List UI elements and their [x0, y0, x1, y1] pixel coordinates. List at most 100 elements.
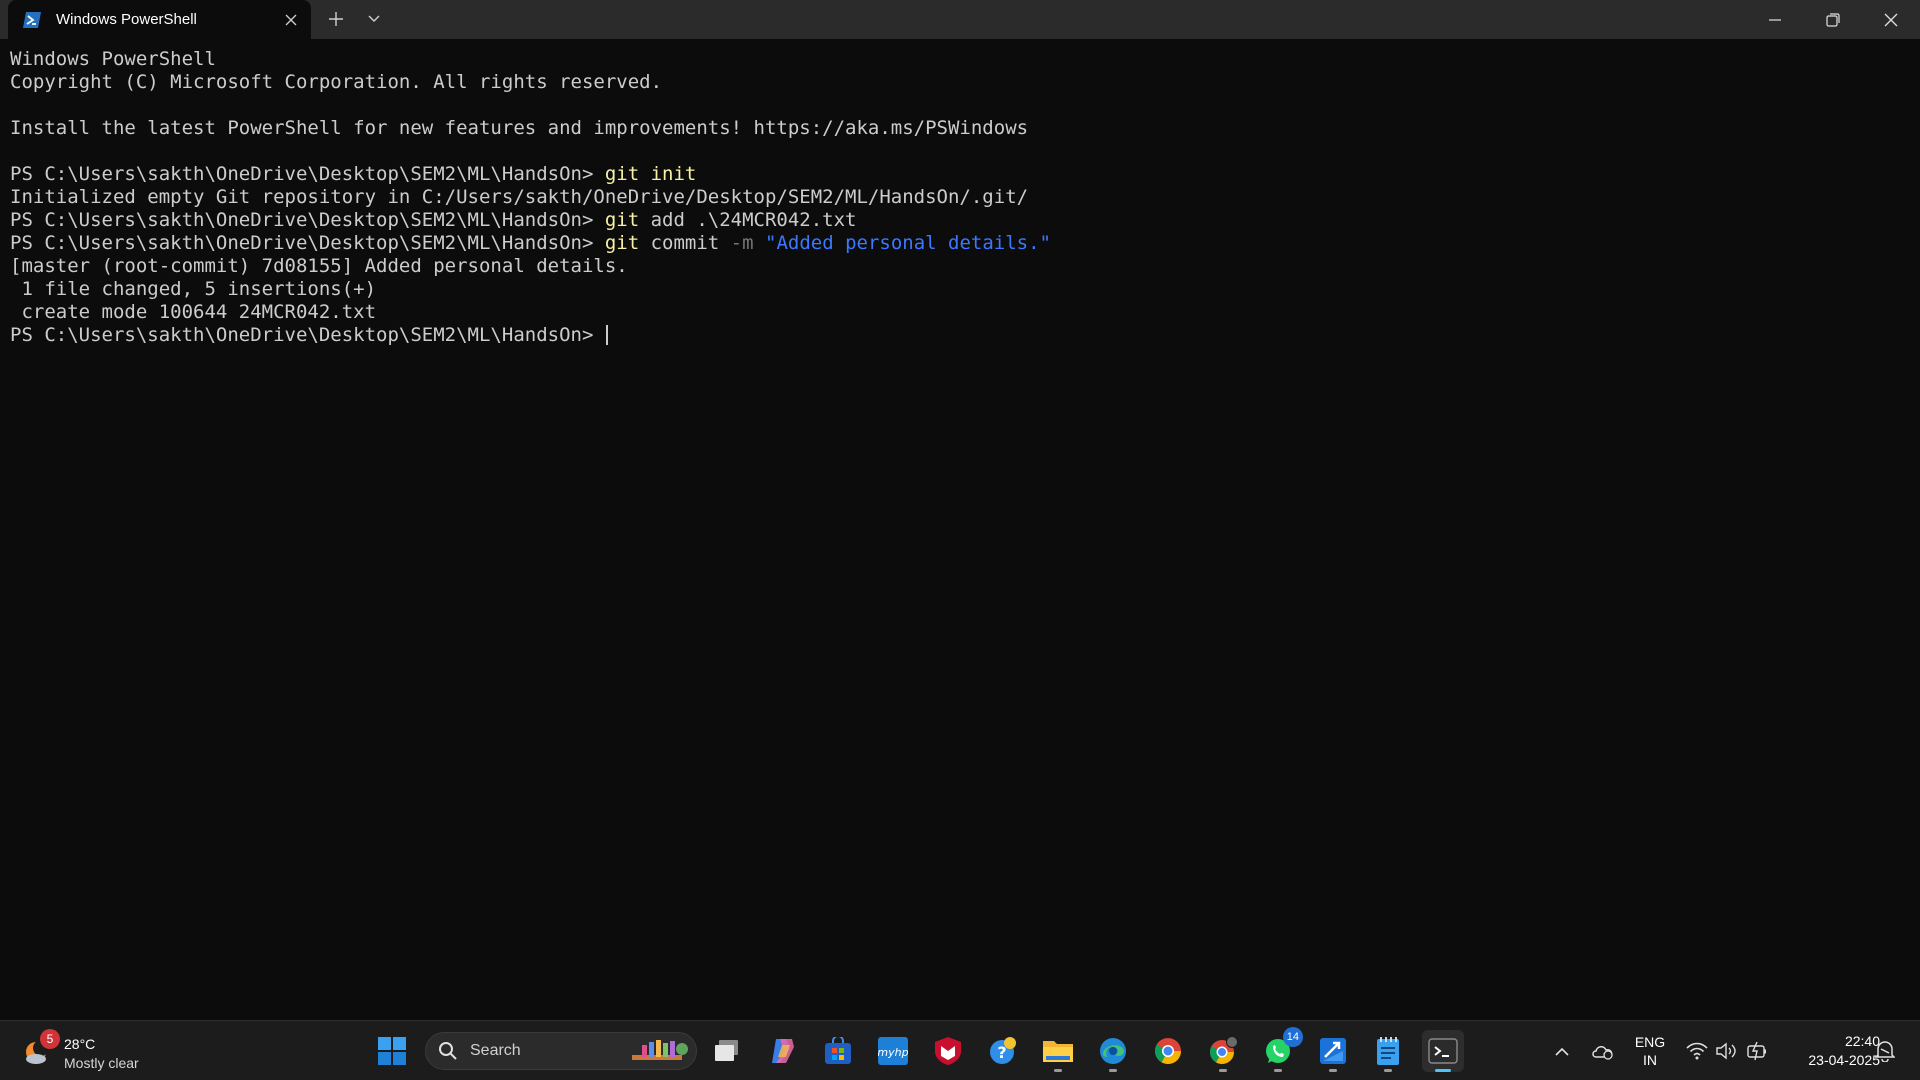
restore-button[interactable]	[1804, 0, 1862, 39]
close-window-button[interactable]	[1862, 0, 1920, 39]
taskbar-myhp[interactable]: myhp	[872, 1030, 914, 1072]
store-icon	[825, 1037, 851, 1064]
close-icon	[285, 14, 297, 25]
help-icon: ?	[990, 1037, 1016, 1064]
prompt: PS C:\Users\sakth\OneDrive\Desktop\SEM2\…	[10, 209, 605, 231]
tab-close-button[interactable]	[275, 4, 307, 36]
taskbar: 5 28°C Mostly clear Search myhp ? 14 ENG…	[0, 1020, 1920, 1080]
chevron-down-icon	[368, 15, 380, 22]
taskbar-whatsapp[interactable]: 14	[1257, 1027, 1303, 1072]
command-args: commit	[639, 232, 731, 254]
minimize-icon	[1769, 18, 1781, 21]
taskbar-terminal[interactable]	[1422, 1030, 1464, 1072]
language-indicator[interactable]: ENG IN	[1632, 1033, 1668, 1069]
system-clock[interactable]: 22:40 23-04-2025	[1780, 1032, 1880, 1070]
tray-volume[interactable]	[1714, 1039, 1738, 1063]
plus-icon	[329, 12, 343, 26]
active-indicator	[1435, 1069, 1451, 1072]
running-indicator	[1384, 1069, 1392, 1072]
terminal-line: Initialized empty Git repository in C:/U…	[10, 186, 1029, 208]
notepad-icon	[1377, 1037, 1399, 1065]
tray-onedrive[interactable]	[1591, 1039, 1615, 1063]
clock-time: 22:40	[1844, 1033, 1880, 1049]
svg-text:?: ?	[997, 1043, 1006, 1062]
terminal-command-line: PS C:\Users\sakth\OneDrive\Desktop\SEM2\…	[10, 232, 1910, 255]
weather-description: Mostly clear	[64, 1055, 139, 1071]
show-hidden-icons-button[interactable]	[1550, 1039, 1574, 1063]
battery-charging-icon	[1747, 1041, 1766, 1061]
taskbar-chrome[interactable]	[1147, 1030, 1189, 1072]
chevron-up-icon	[1555, 1047, 1569, 1056]
terminal-line: Copyright (C) Microsoft Corporation. All…	[10, 71, 663, 93]
command-flag: -m	[730, 232, 754, 254]
minimize-button[interactable]	[1746, 0, 1804, 39]
taskbar-task-view[interactable]	[706, 1030, 748, 1072]
clock-date: 23-04-2025	[1808, 1052, 1880, 1068]
taskbar-microsoft-store[interactable]	[817, 1030, 859, 1072]
terminal-icon	[1428, 1038, 1458, 1064]
taskbar-copilot[interactable]	[762, 1030, 804, 1072]
windows-logo-icon	[378, 1037, 406, 1065]
running-indicator	[1109, 1069, 1117, 1072]
running-indicator	[1054, 1069, 1062, 1072]
search-placeholder: Search	[470, 1042, 521, 1059]
language-code: ENG	[1634, 1034, 1666, 1050]
keyboard-region: IN	[1643, 1052, 1657, 1068]
terminal-line: [master (root-commit) 7d08155] Added per…	[10, 255, 628, 277]
weather-widget[interactable]: 5 28°C Mostly clear	[22, 1029, 202, 1073]
onedrive-sync-icon	[1592, 1046, 1613, 1060]
taskbar-notepad[interactable]	[1367, 1030, 1409, 1072]
tab-dropdown-button[interactable]	[356, 3, 392, 35]
terminal-input-line[interactable]: PS C:\Users\sakth\OneDrive\Desktop\SEM2\…	[10, 324, 1910, 347]
tab-title: Windows PowerShell	[56, 11, 197, 28]
edge-icon	[1100, 1038, 1126, 1064]
terminal-line: create mode 100644 24MCR042.txt	[10, 301, 377, 323]
whatsapp-notification-badge: 14	[1282, 1027, 1303, 1047]
command-string: "Added personal details."	[753, 232, 1051, 254]
tab-windows-powershell[interactable]: Windows PowerShell	[8, 0, 311, 39]
title-bar: Windows PowerShell	[0, 0, 1920, 39]
running-indicator	[1329, 1069, 1337, 1072]
terminal-line: Windows PowerShell	[10, 48, 216, 70]
weather-alert-badge: 5	[40, 1029, 60, 1049]
command-name: git	[604, 209, 640, 231]
taskbar-search-box[interactable]: Search	[425, 1032, 697, 1070]
remote-desktop-icon	[1320, 1038, 1346, 1064]
mcafee-shield-icon	[935, 1037, 961, 1065]
notification-center-button[interactable]	[1873, 1039, 1897, 1063]
prompt: PS C:\Users\sakth\OneDrive\Desktop\SEM2\…	[10, 232, 605, 254]
search-icon	[439, 1042, 457, 1060]
taskbar-mcafee[interactable]	[927, 1030, 969, 1072]
terminal-line: Install the latest PowerShell for new fe…	[10, 117, 1029, 139]
terminal-command-line: PS C:\Users\sakth\OneDrive\Desktop\SEM2\…	[10, 163, 1910, 186]
copilot-icon	[772, 1039, 794, 1063]
taskbar-get-help[interactable]: ?	[982, 1030, 1024, 1072]
prompt: PS C:\Users\sakth\OneDrive\Desktop\SEM2\…	[10, 163, 605, 185]
command-text: git init	[604, 163, 697, 185]
prompt: PS C:\Users\sakth\OneDrive\Desktop\SEM2\…	[10, 324, 605, 346]
running-indicator	[1274, 1069, 1282, 1072]
terminal-output[interactable]: Windows PowerShell Copyright (C) Microso…	[0, 39, 1920, 1020]
chrome-profile-icon	[1209, 1036, 1238, 1065]
taskbar-file-explorer[interactable]	[1037, 1030, 1079, 1072]
wifi-icon	[1686, 1042, 1708, 1060]
restore-icon	[1826, 12, 1840, 27]
new-tab-button[interactable]	[318, 3, 354, 35]
folder-icon	[1043, 1041, 1073, 1062]
taskbar-remote-desktop[interactable]	[1312, 1030, 1354, 1072]
volume-icon	[1716, 1042, 1736, 1060]
myhp-icon: myhp	[878, 1037, 908, 1065]
tray-battery[interactable]	[1745, 1039, 1769, 1063]
search-highlight-books-icon	[632, 1040, 688, 1060]
taskbar-chrome-profile[interactable]	[1202, 1030, 1244, 1072]
start-button[interactable]	[371, 1030, 413, 1072]
chrome-icon	[1154, 1038, 1182, 1065]
command-args: add .\24MCR042.txt	[639, 209, 857, 231]
weather-temperature: 28°C	[64, 1036, 96, 1052]
tray-wifi[interactable]	[1685, 1039, 1709, 1063]
svg-text:myhp: myhp	[878, 1046, 908, 1059]
notification-bell-icon	[1875, 1041, 1895, 1062]
taskbar-edge[interactable]	[1092, 1030, 1134, 1072]
